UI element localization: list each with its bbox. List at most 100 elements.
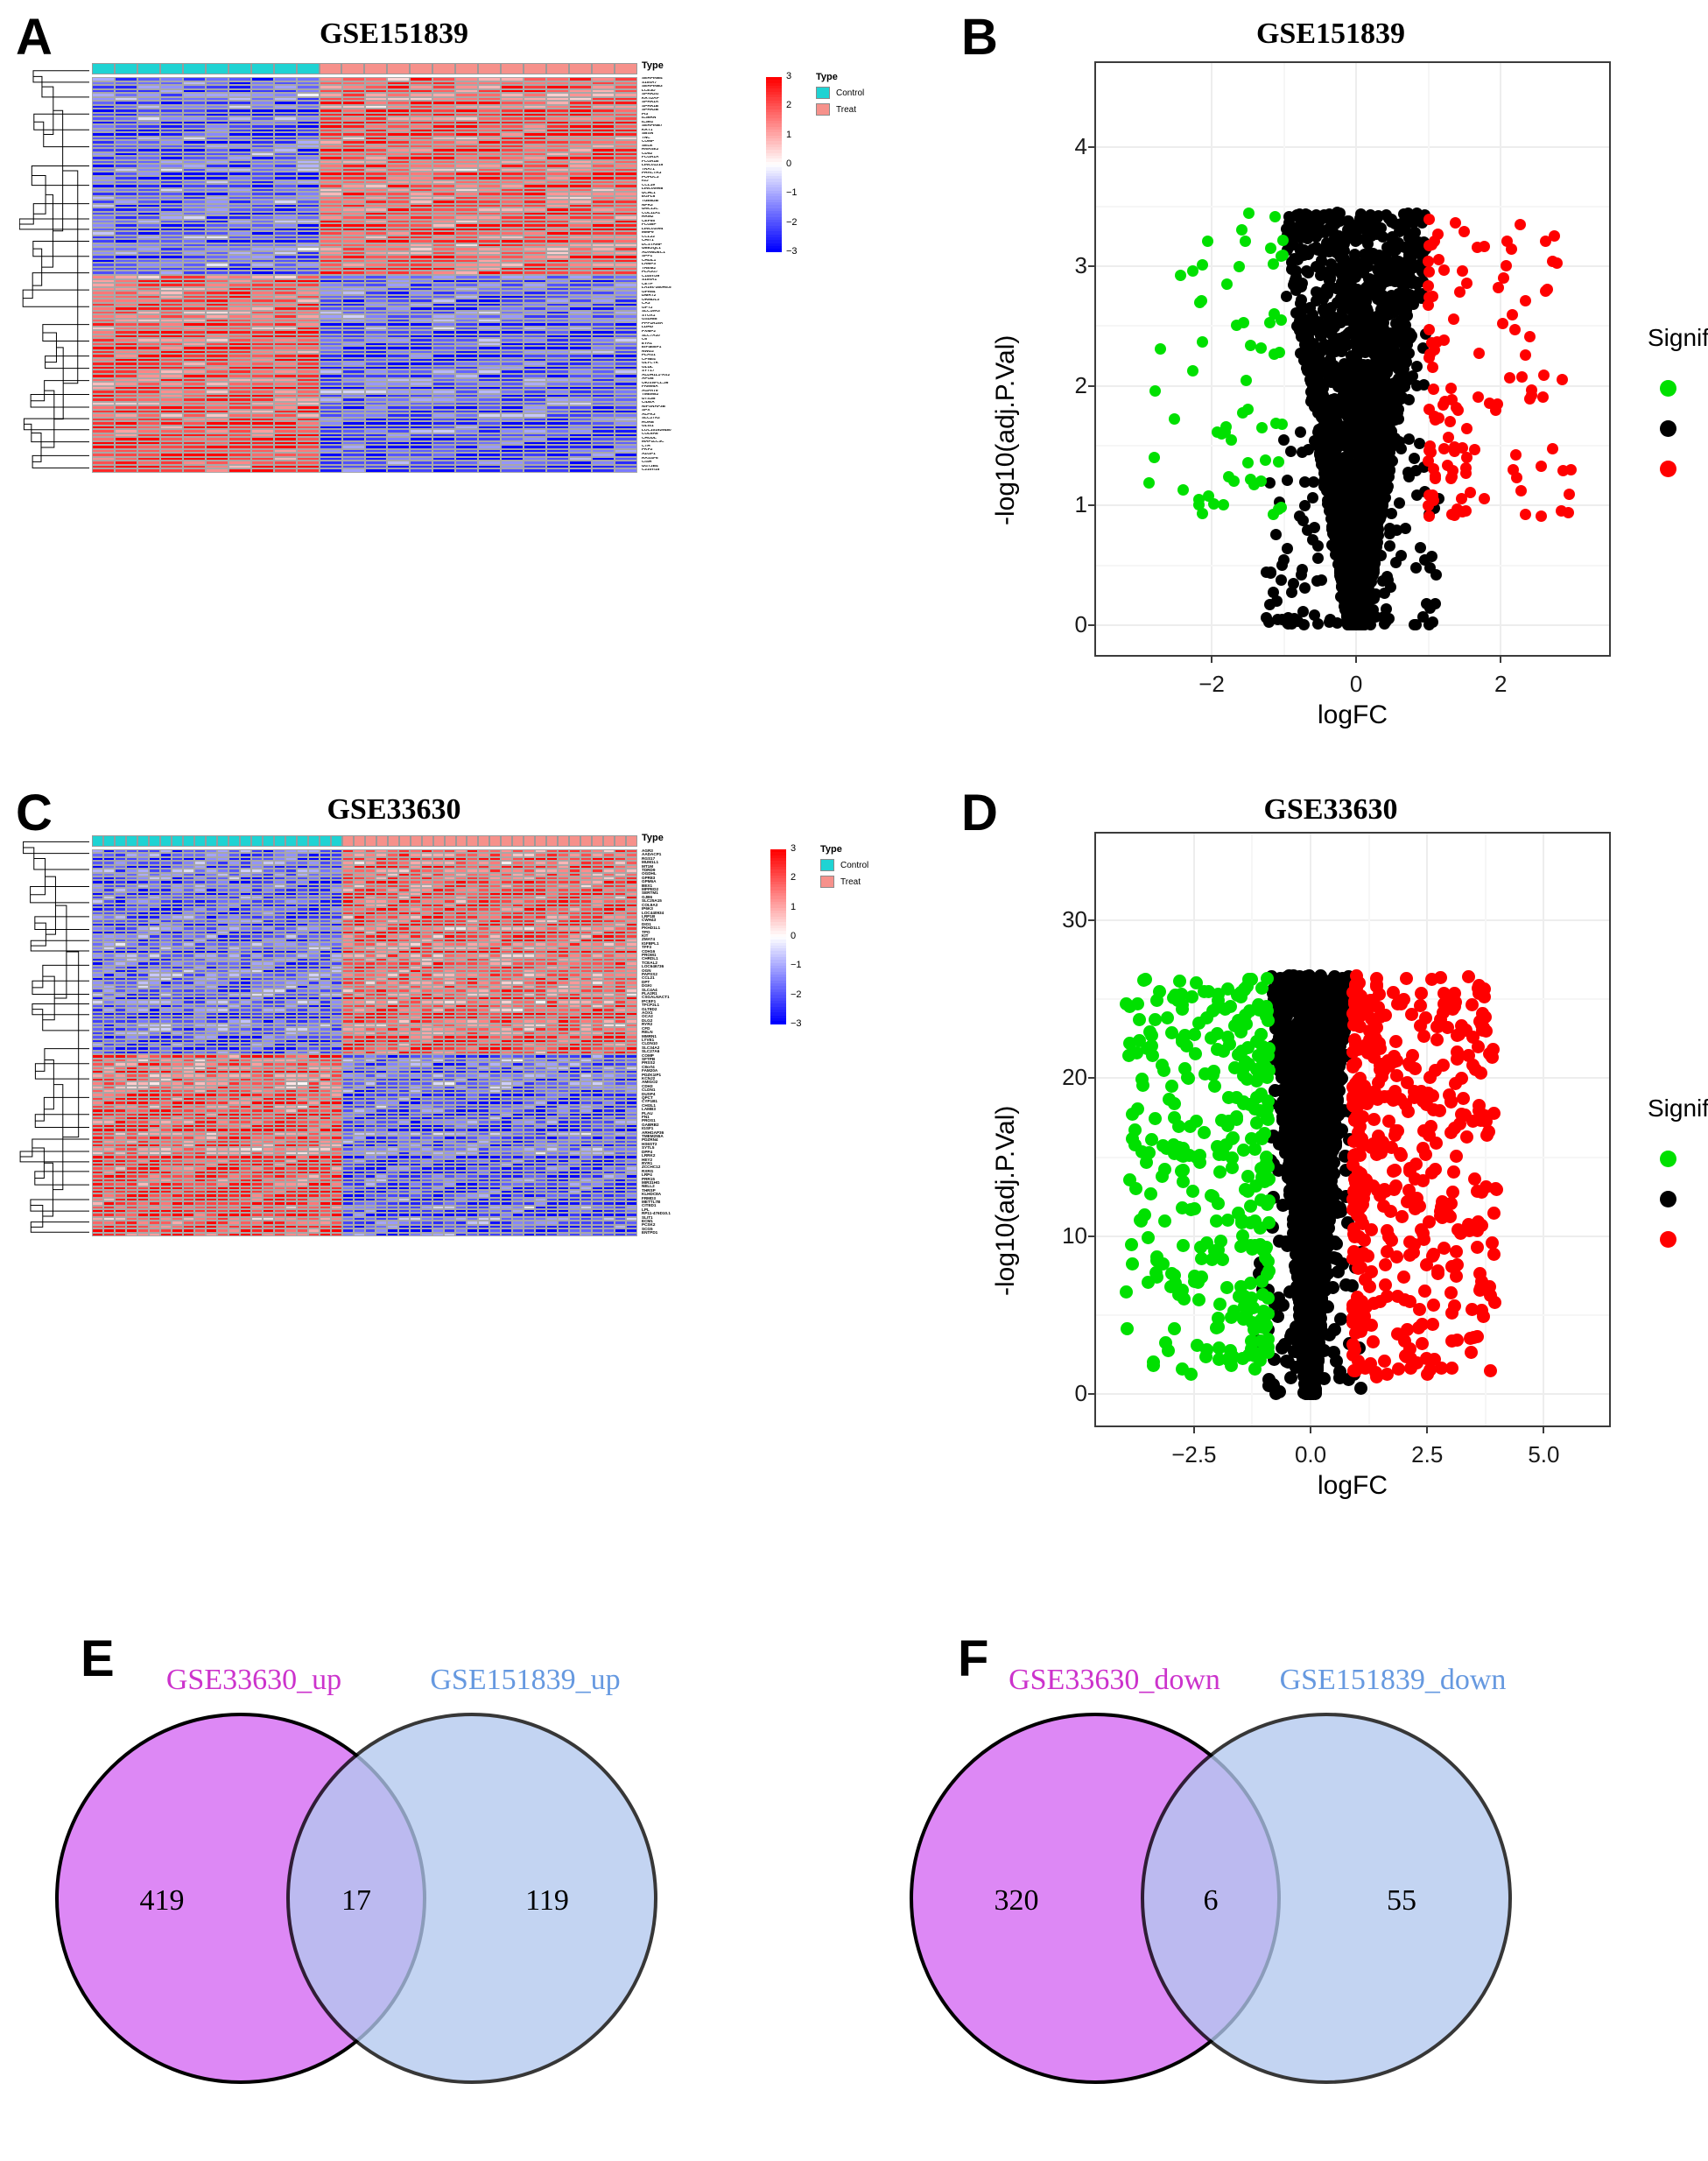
control-sample-cell <box>250 63 274 74</box>
heatmap-cell <box>455 468 479 473</box>
gridline-vertical <box>1211 63 1213 655</box>
panel-b-volcano-plot: 01234 −2 0 2 logFC -log10(adj.P.Val) Signi… <box>954 0 1708 771</box>
volcano-point <box>1382 426 1395 438</box>
panel-a-heatmap: SERPINB4 S100A7 SERPINB3 LCE3D SPRR2G KRTDAP S… <box>0 0 864 490</box>
gridline-horizontal-minor <box>1096 205 1609 208</box>
volcano-point <box>1369 452 1381 464</box>
volcano-point <box>1305 324 1318 336</box>
volcano-point <box>1355 332 1367 344</box>
volcano-point <box>1281 291 1293 303</box>
volcano-point <box>1332 215 1345 227</box>
volcano-point <box>1410 361 1423 373</box>
volcano-point <box>1337 298 1349 310</box>
volcano-point <box>1308 435 1320 447</box>
volcano-point <box>1275 574 1287 586</box>
control-sample-cell <box>205 63 228 74</box>
volcano-point <box>1390 237 1402 250</box>
heatmap-cell <box>296 468 320 473</box>
treat-color-swatch <box>816 103 830 116</box>
volcano-point <box>1394 264 1406 277</box>
panel-a-type-legend-title: Type <box>816 72 838 82</box>
heatmap-cell <box>478 468 502 473</box>
panel-a-row-dendrogram <box>19 70 89 468</box>
panel-a-type-legend-item-control: Control <box>816 87 864 99</box>
treat-sample-cell <box>410 63 433 74</box>
volcano-point <box>1399 339 1411 351</box>
volcano-point <box>1396 321 1409 334</box>
volcano-point <box>1361 305 1374 317</box>
control-color-swatch <box>816 87 830 99</box>
volcano-point <box>1312 286 1325 299</box>
volcano-point <box>1347 290 1360 302</box>
volcano-point <box>1339 406 1351 419</box>
heatmap-cell <box>319 468 342 473</box>
gridline-vertical <box>1500 63 1502 655</box>
heatmap-cell <box>182 468 206 473</box>
volcano-point <box>1329 345 1341 357</box>
volcano-point <box>1285 446 1297 458</box>
volcano-point <box>1359 347 1371 359</box>
panel-a-type-column-header: Type <box>642 60 664 71</box>
volcano-point <box>1312 553 1325 565</box>
gridline-horizontal <box>1096 145 1609 148</box>
volcano-point <box>1377 359 1389 371</box>
panel-a-type-legend-item-treat: Treat <box>816 103 864 116</box>
heatmap-cell <box>432 468 456 473</box>
volcano-point <box>1324 307 1336 320</box>
heatmap-cell <box>524 468 547 473</box>
volcano-point <box>1430 569 1442 581</box>
heatmap-cell <box>546 468 570 473</box>
volcano-point <box>1410 618 1423 630</box>
volcano-point <box>1354 383 1367 395</box>
volcano-point <box>1294 426 1306 439</box>
volcano-point <box>1322 430 1334 442</box>
panel-b-plot-inner <box>1096 63 1609 655</box>
scale-segment <box>766 249 782 252</box>
gene-label: C21orf15 <box>642 468 660 473</box>
panel-a-heatmap-grid <box>92 77 637 473</box>
treat-sample-cell <box>387 63 411 74</box>
volcano-point <box>1276 559 1289 571</box>
heatmap-cell <box>250 468 274 473</box>
panel-a-sample-annotation-bar <box>92 63 637 74</box>
volcano-point <box>1299 582 1311 595</box>
volcano-point <box>1381 208 1393 221</box>
treat-sample-cell <box>341 63 365 74</box>
treat-sample-cell <box>591 63 615 74</box>
heatmap-cell <box>205 468 228 473</box>
control-sample-cell <box>273 63 297 74</box>
volcano-point <box>1344 326 1356 338</box>
scale-tick-label: 1 <box>786 129 792 140</box>
heatmap-cell <box>228 468 251 473</box>
scale-tick-label: −3 <box>786 246 798 257</box>
volcano-point <box>1353 436 1365 448</box>
control-sample-cell <box>182 63 206 74</box>
volcano-point <box>1423 618 1436 630</box>
control-sample-cell <box>159 63 183 74</box>
heatmap-cell <box>341 468 365 473</box>
volcano-point <box>1382 613 1395 625</box>
volcano-point <box>1308 521 1320 533</box>
volcano-point <box>1306 366 1318 378</box>
volcano-point <box>1286 587 1298 598</box>
volcano-point <box>1307 491 1319 503</box>
volcano-point <box>1307 313 1319 326</box>
panel-a-gene-labels: SERPINB4 S100A7 SERPINB3 LCE3D SPRR2G KRTDAP S… <box>642 77 747 473</box>
control-sample-cell <box>92 63 115 74</box>
volcano-point <box>1426 551 1438 563</box>
volcano-point <box>1350 236 1362 248</box>
treat-sample-cell <box>364 63 388 74</box>
scale-tick-label: 3 <box>786 71 792 81</box>
volcano-point <box>1352 356 1364 369</box>
panel-a-type-legend: Type Control Treat <box>816 72 864 116</box>
treat-sample-cell <box>614 63 637 74</box>
volcano-point <box>1296 447 1308 459</box>
volcano-point <box>1262 616 1275 628</box>
heatmap-cell <box>159 468 183 473</box>
treat-sample-cell <box>319 63 342 74</box>
scale-tick-label: −2 <box>786 216 798 228</box>
panel-a-color-scale-ticks: 3 2 1 0 −1 −2 −3 <box>784 71 819 257</box>
treat-sample-cell <box>524 63 547 74</box>
volcano-point <box>1394 383 1406 395</box>
volcano-point <box>1410 464 1423 476</box>
